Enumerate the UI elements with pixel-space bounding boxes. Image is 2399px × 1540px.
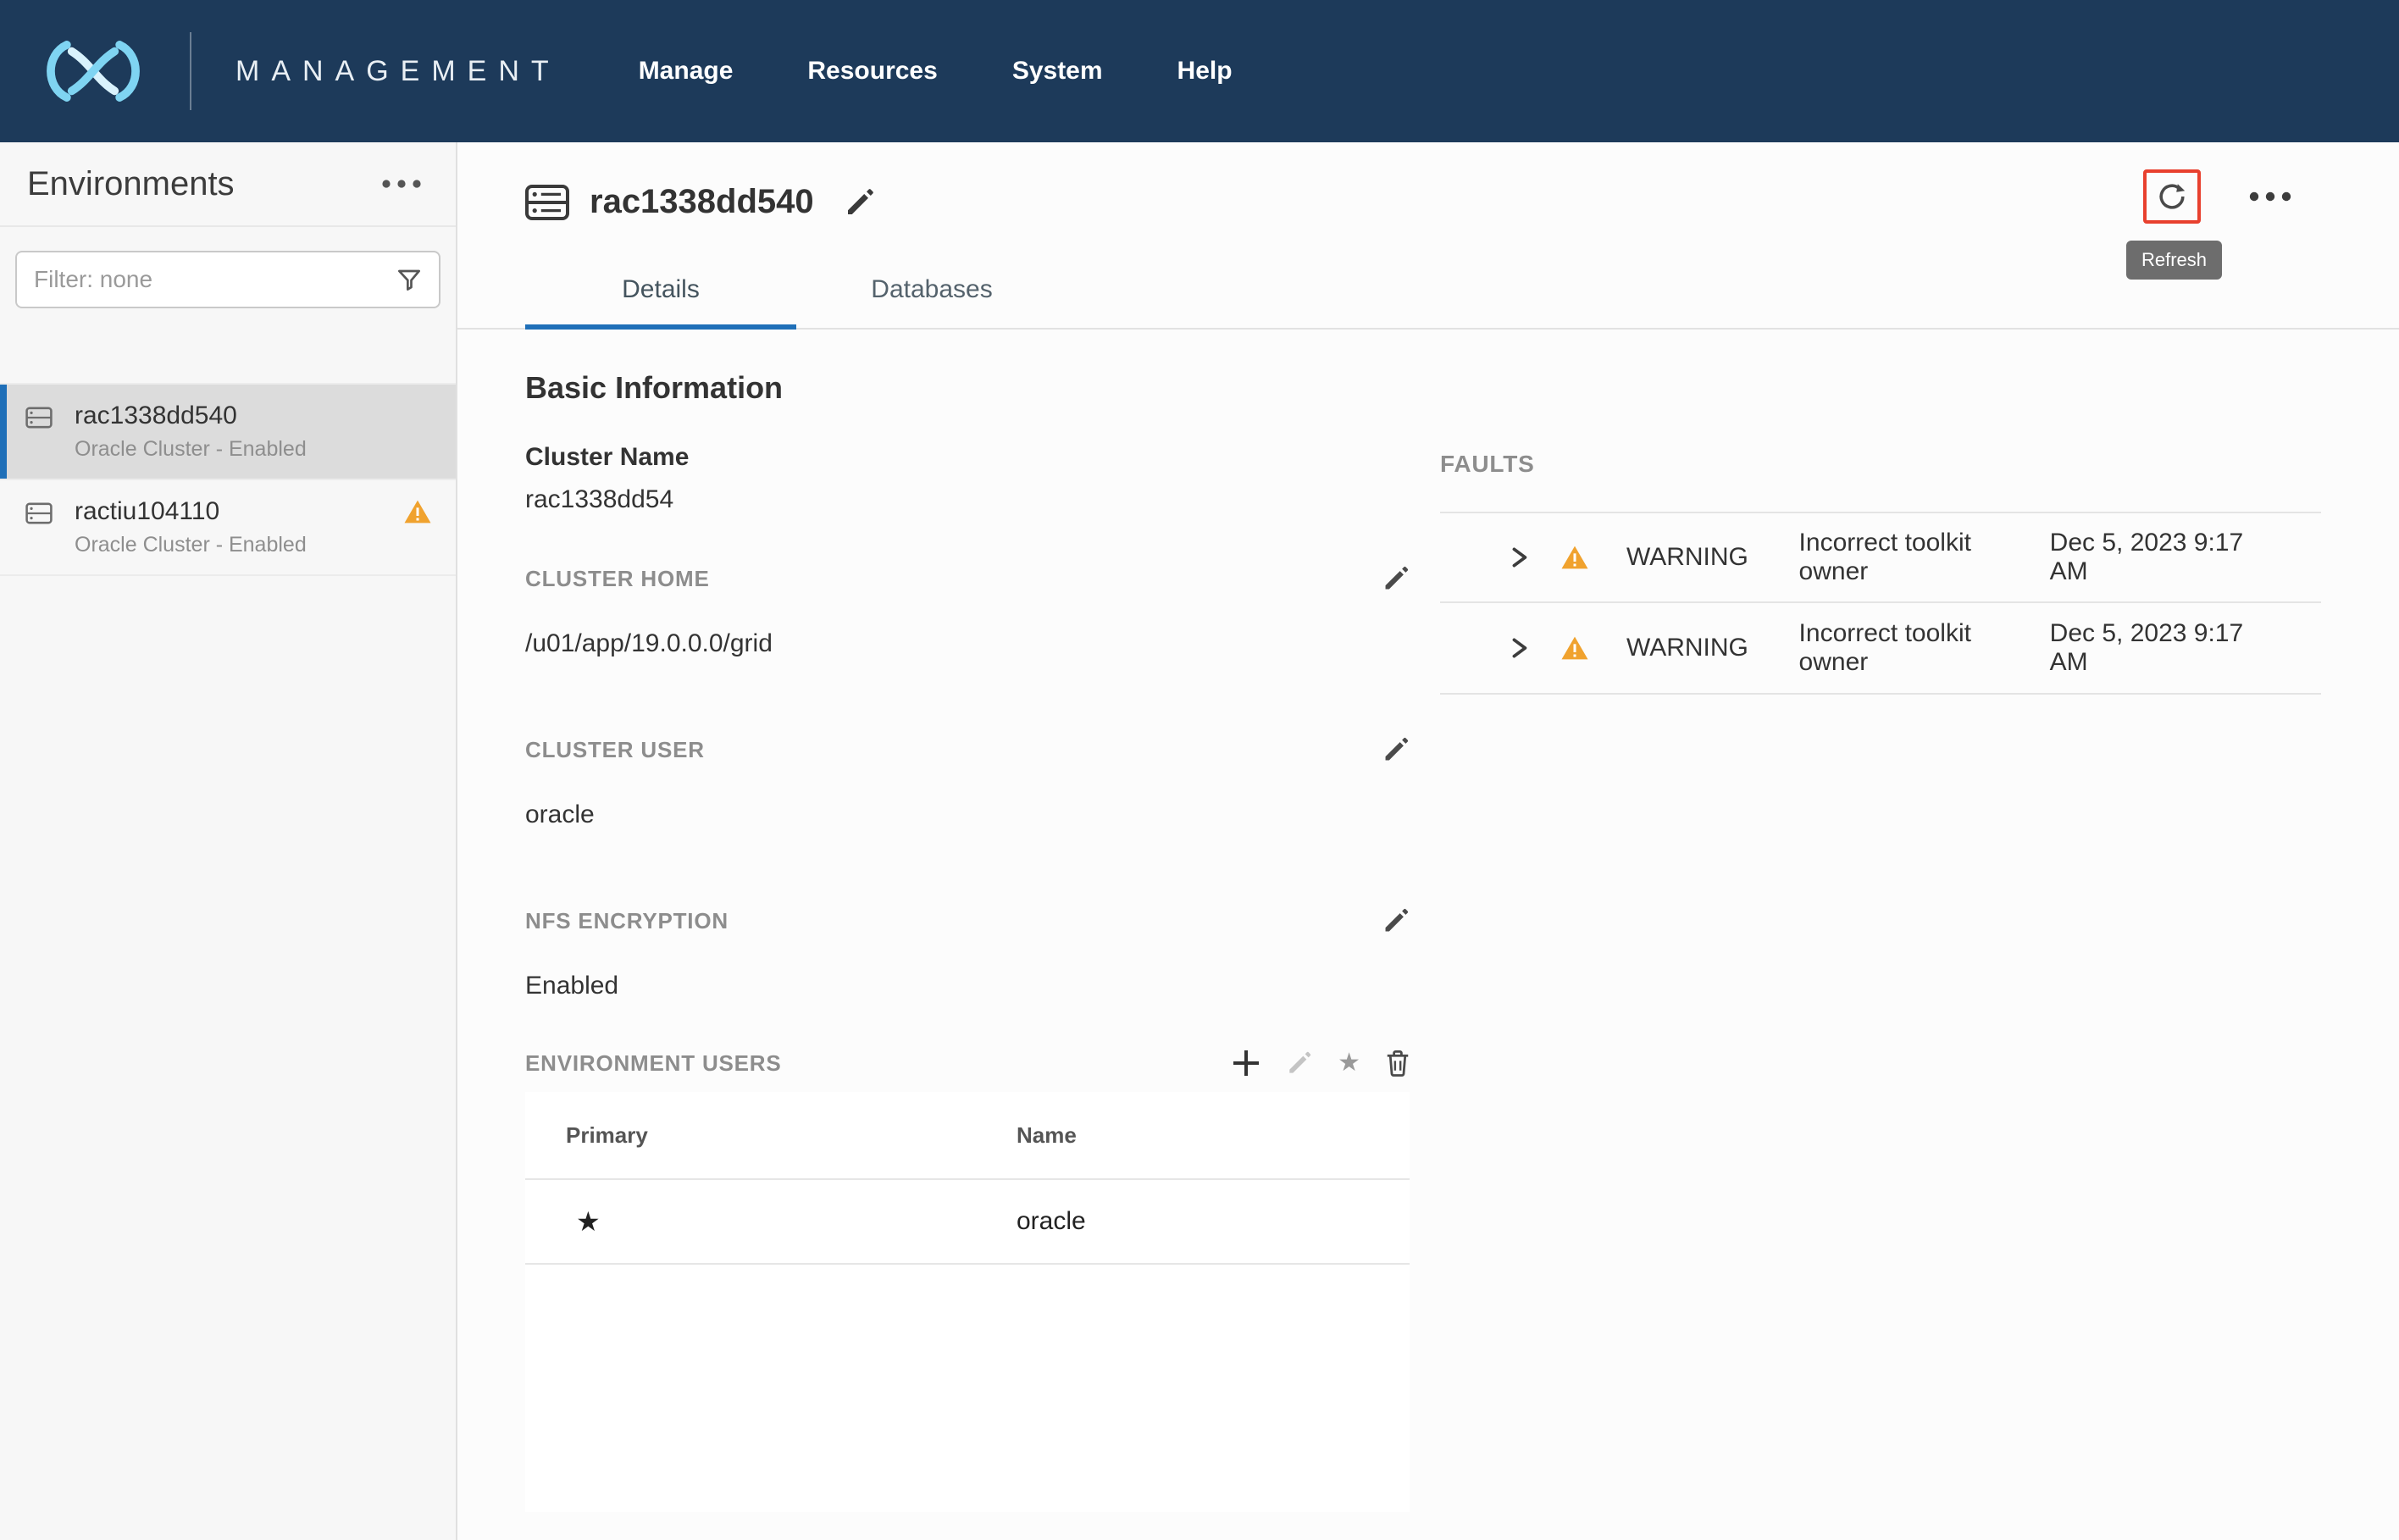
environment-name: ractiu104110 <box>75 497 398 526</box>
table-header: Primary Name <box>525 1092 1410 1180</box>
star-icon: ★ <box>576 1206 601 1237</box>
cluster-user-value: oracle <box>525 800 1410 829</box>
fault-date: Dec 5, 2023 9:17 AM <box>2050 619 2260 677</box>
pencil-icon <box>1287 1050 1312 1076</box>
environment-users-label: ENVIRONMENT USERS <box>525 1050 782 1077</box>
ellipsis-icon <box>381 179 422 189</box>
cluster-user-label: CLUSTER USER <box>525 737 705 763</box>
nav-help[interactable]: Help <box>1177 57 1233 86</box>
refresh-icon <box>2155 180 2189 213</box>
tab-details[interactable]: Details <box>525 252 796 328</box>
nav-manage[interactable]: Manage <box>639 57 734 86</box>
fault-date: Dec 5, 2023 9:17 AM <box>2050 529 2260 586</box>
server-icon <box>25 407 53 429</box>
fault-severity: WARNING <box>1626 634 1762 662</box>
star-icon: ★ <box>1338 1049 1360 1077</box>
nfs-encryption-value: Enabled <box>525 972 1410 1000</box>
cluster-home-value: /u01/app/19.0.0.0/grid <box>525 629 1410 658</box>
main-panel: rac1338dd540 Refresh Details Databases B… <box>457 142 2399 1540</box>
cluster-home-label: CLUSTER HOME <box>525 566 710 592</box>
sidebar-header: Environments <box>0 142 456 227</box>
more-actions-button[interactable] <box>2245 180 2296 213</box>
table-row[interactable]: ★ oracle <box>525 1180 1410 1265</box>
tab-bar: Details Databases <box>457 252 2399 330</box>
edit-cluster-user-button[interactable] <box>1382 736 1410 763</box>
environment-users-section: ENVIRONMENT USERS ★ <box>525 1048 1410 1512</box>
warning-triangle-icon <box>403 499 432 524</box>
cluster-home-section: CLUSTER HOME /u01/app/19.0.0.0/grid <box>525 565 1410 658</box>
fault-description: Incorrect toolkit owner <box>1799 529 2019 586</box>
cluster-user-section: CLUSTER USER oracle <box>525 736 1410 829</box>
refresh-button[interactable]: Refresh <box>2143 169 2201 224</box>
environment-name: rac1338dd540 <box>75 402 398 430</box>
faults-panel: FAULTS WARNING Incorrect toolkit owner D… <box>1440 451 2321 695</box>
nfs-encryption-label: NFS ENCRYPTION <box>525 908 729 934</box>
environment-filter-input[interactable] <box>34 266 396 293</box>
warning-triangle-icon <box>1560 545 1589 570</box>
trash-icon <box>1386 1050 1410 1077</box>
faults-heading: FAULTS <box>1440 451 2321 478</box>
pencil-icon <box>845 187 875 218</box>
environments-sidebar: Environments rac1338dd540 Oracle Cluster… <box>0 142 457 1540</box>
navbar-divider <box>190 32 191 110</box>
delphix-management-app: MANAGEMENT Manage Resources System Help … <box>0 0 2399 1540</box>
filter-icon[interactable] <box>396 267 422 292</box>
set-primary-user-button[interactable]: ★ <box>1338 1050 1360 1076</box>
warning-triangle-icon <box>1560 635 1589 661</box>
environment-subtitle: Oracle Cluster - Enabled <box>75 437 398 462</box>
basic-information-heading: Basic Information <box>525 370 2399 406</box>
pencil-icon <box>1382 736 1410 763</box>
filter-box <box>15 251 440 308</box>
delphix-logo-icon <box>34 36 152 107</box>
nfs-encryption-section: NFS ENCRYPTION Enabled <box>525 907 1410 1000</box>
fault-description: Incorrect toolkit owner <box>1799 619 2019 677</box>
pencil-icon <box>1382 907 1410 934</box>
nav-resources[interactable]: Resources <box>807 57 937 86</box>
environment-item-ractiu104110[interactable]: ractiu104110 Oracle Cluster - Enabled <box>0 480 456 576</box>
main-header: rac1338dd540 Refresh <box>457 142 2399 221</box>
top-navbar: MANAGEMENT Manage Resources System Help <box>0 0 2399 142</box>
chevron-right-icon[interactable] <box>1508 546 1530 568</box>
plus-icon <box>1231 1048 1261 1078</box>
edit-environment-name-button[interactable] <box>845 187 875 218</box>
environment-subtitle: Oracle Cluster - Enabled <box>75 533 398 557</box>
column-header-name: Name <box>1017 1122 1410 1149</box>
chevron-right-icon[interactable] <box>1508 637 1530 659</box>
environment-users-table: Primary Name ★ oracle <box>525 1092 1410 1512</box>
delete-user-button[interactable] <box>1386 1050 1410 1077</box>
brand-title: MANAGEMENT <box>235 55 561 88</box>
fault-severity: WARNING <box>1626 543 1762 572</box>
filter-row <box>0 227 456 335</box>
main-nav: Manage Resources System Help <box>639 57 1233 86</box>
edit-cluster-home-button[interactable] <box>1382 565 1410 592</box>
faults-list: WARNING Incorrect toolkit owner Dec 5, 2… <box>1440 512 2321 695</box>
edit-nfs-encryption-button[interactable] <box>1382 907 1410 934</box>
fault-row[interactable]: WARNING Incorrect toolkit owner Dec 5, 2… <box>1440 603 2321 695</box>
edit-user-button[interactable] <box>1287 1050 1312 1076</box>
server-icon <box>25 502 53 524</box>
environment-list: rac1338dd540 Oracle Cluster - Enabled ra… <box>0 383 456 576</box>
header-actions: Refresh <box>2143 169 2296 224</box>
column-header-primary: Primary <box>525 1122 1017 1149</box>
sidebar-menu-button[interactable] <box>378 172 425 196</box>
add-user-button[interactable] <box>1231 1048 1261 1078</box>
sidebar-title: Environments <box>27 165 235 203</box>
tab-databases[interactable]: Databases <box>796 252 1067 328</box>
environment-item-rac1338dd540[interactable]: rac1338dd540 Oracle Cluster - Enabled <box>0 383 456 480</box>
environment-users-toolbar: ★ <box>1231 1048 1410 1078</box>
page-title: rac1338dd540 <box>590 183 814 221</box>
nav-system[interactable]: System <box>1012 57 1103 86</box>
fault-row[interactable]: WARNING Incorrect toolkit owner Dec 5, 2… <box>1440 512 2321 603</box>
ellipsis-icon <box>2248 191 2292 202</box>
user-name-cell: oracle <box>1017 1207 1410 1236</box>
server-icon <box>525 185 569 220</box>
refresh-tooltip: Refresh <box>2126 241 2222 280</box>
pencil-icon <box>1382 565 1410 592</box>
